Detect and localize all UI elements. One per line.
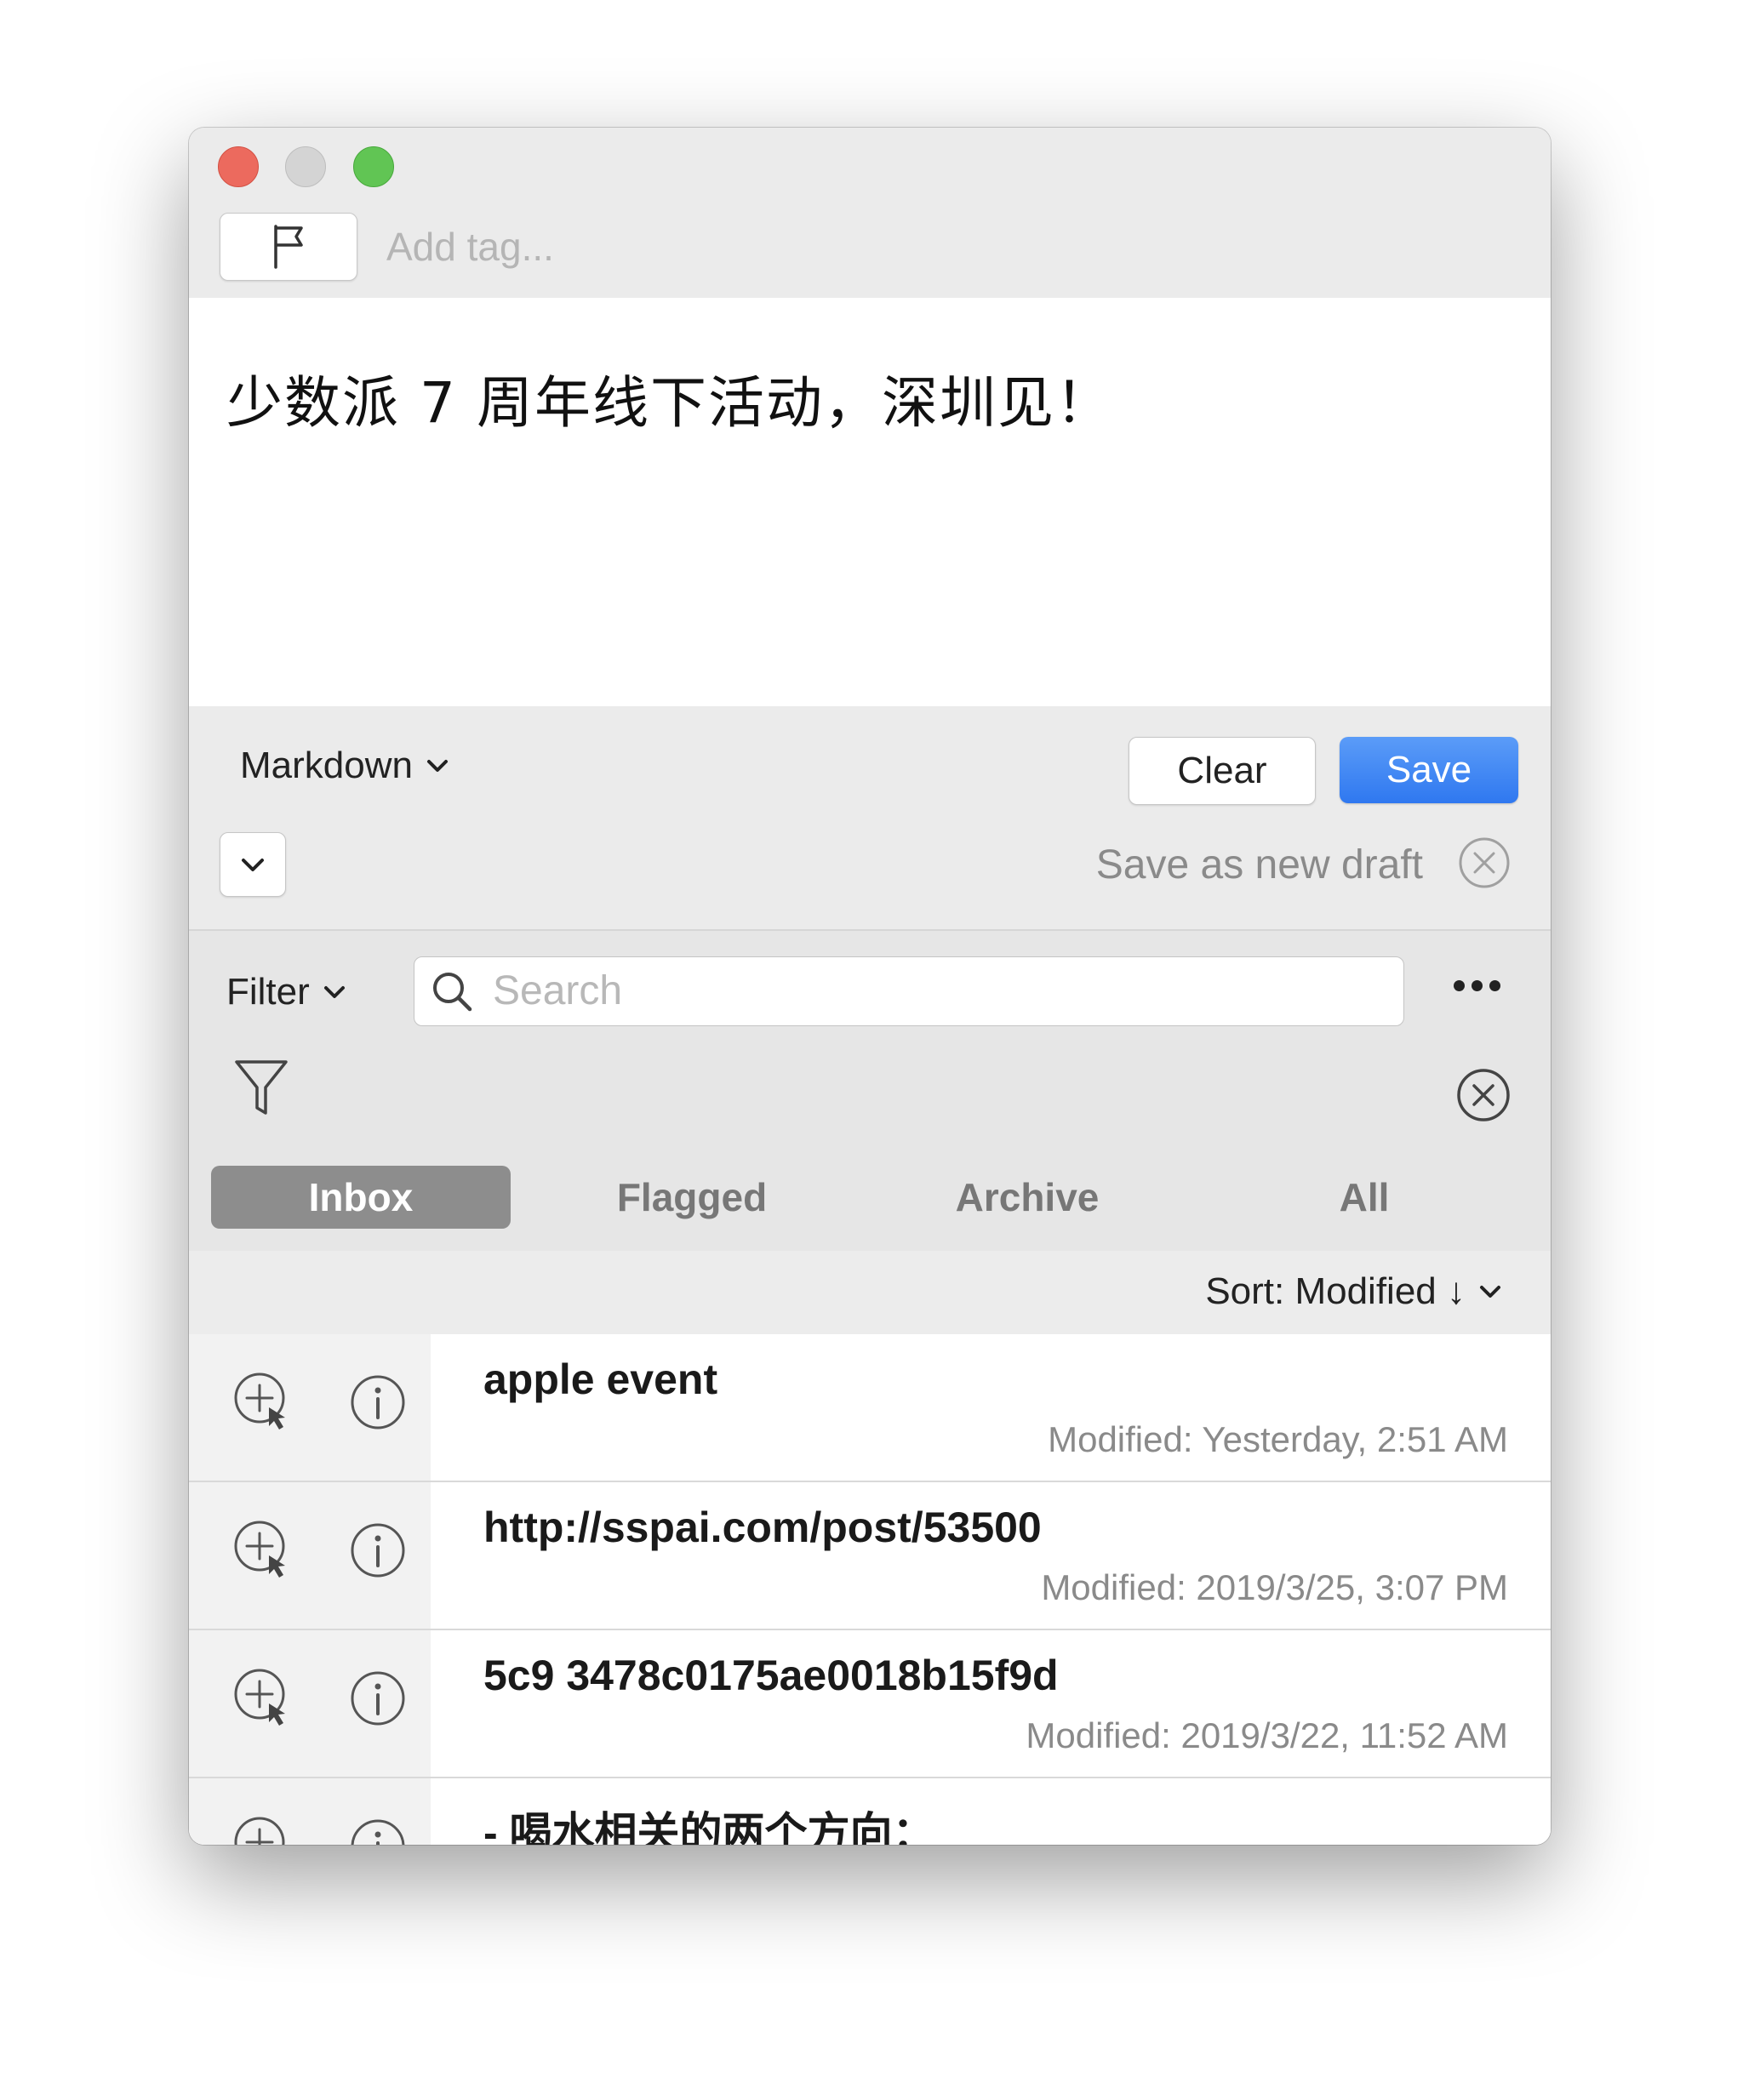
filter-dropdown[interactable]: Filter [226,967,347,1018]
info-icon[interactable] [349,1818,407,1845]
info-icon[interactable] [349,1669,407,1727]
minimize-window-button[interactable] [285,146,326,187]
flag-icon [274,225,303,269]
list-item[interactable]: - 喝水相关的两个方向： [189,1778,1551,1845]
dot-icon [1472,980,1483,991]
load-draft-icon[interactable] [231,1518,294,1581]
title-bar: Add tag... [189,128,1551,298]
cancel-circle-icon[interactable] [1457,836,1512,890]
tab-inbox[interactable]: Inbox [211,1166,511,1229]
draft-title: 5c9 3478c0175ae0018b15f9d [483,1652,1059,1699]
draft-modified: Modified: 2019/3/25, 3:07 PM [1041,1567,1508,1607]
search-input[interactable]: Search [414,956,1404,1026]
chevron-down-icon [323,986,345,998]
info-icon[interactable] [349,1521,407,1579]
action-bar: Markdown Clear Save Save as new draft [189,706,1551,931]
load-draft-icon[interactable] [231,1370,294,1433]
sort-bar: Sort: Modified ↓ [189,1251,1551,1334]
clear-button[interactable]: Clear [1129,737,1316,805]
draft-title: apple event [483,1355,718,1403]
scope-tabs: Inbox Flagged Archive All [211,1166,1539,1229]
more-options-button[interactable] [1454,980,1500,991]
row-content[interactable]: http://sspai.com/post/53500 Modified: 20… [431,1482,1551,1629]
chevron-down-icon [426,760,448,772]
funnel-icon[interactable] [233,1059,289,1118]
flag-button[interactable] [220,213,357,281]
tab-flagged[interactable]: Flagged [551,1166,832,1229]
expand-options-button[interactable] [220,832,286,897]
list-item[interactable]: 5c9 3478c0175ae0018b15f9d Modified: 2019… [189,1630,1551,1778]
draft-title: http://sspai.com/post/53500 [483,1504,1042,1551]
chevron-down-icon [242,859,264,871]
filter-label: Filter [226,971,310,1013]
row-content[interactable]: apple event Modified: Yesterday, 2:51 AM [431,1334,1551,1481]
row-gutter [189,1630,431,1777]
filter-bar: Filter Search Inbox Flagged Archive All [189,931,1551,1251]
save-as-new-draft-label[interactable]: Save as new draft [1096,836,1423,895]
dot-icon [1489,980,1500,991]
clear-filter-icon[interactable] [1455,1067,1512,1123]
draft-modified: Modified: 2019/3/22, 11:52 AM [1026,1715,1508,1755]
sort-dropdown[interactable]: Sort: Modified ↓ [1205,1266,1503,1317]
app-window: Add tag... 少数派 7 周年线下活动，深圳见！ Markdown Cl… [189,128,1551,1845]
close-window-button[interactable] [218,146,259,187]
format-label: Markdown [240,745,413,786]
info-icon[interactable] [349,1373,407,1431]
save-button[interactable]: Save [1340,737,1518,803]
load-draft-icon[interactable] [231,1666,294,1729]
sort-label: Sort: Modified ↓ [1205,1270,1466,1312]
row-gutter [189,1334,431,1481]
draft-list: apple event Modified: Yesterday, 2:51 AM… [189,1334,1551,1845]
row-content[interactable]: - 喝水相关的两个方向： [431,1778,1551,1845]
dot-icon [1454,980,1465,991]
chevron-down-icon [1480,1286,1500,1298]
draft-modified: Modified: Yesterday, 2:51 AM [1048,1419,1508,1459]
list-item[interactable]: http://sspai.com/post/53500 Modified: 20… [189,1482,1551,1630]
search-icon [433,973,472,1012]
tab-archive[interactable]: Archive [887,1166,1168,1229]
format-dropdown[interactable]: Markdown [240,740,450,791]
zoom-window-button[interactable] [353,146,394,187]
row-content[interactable]: 5c9 3478c0175ae0018b15f9d Modified: 2019… [431,1630,1551,1777]
row-gutter [189,1482,431,1629]
list-item[interactable]: apple event Modified: Yesterday, 2:51 AM [189,1334,1551,1482]
draft-title: - 喝水相关的两个方向： [483,1809,935,1845]
search-placeholder: Search [493,968,623,1013]
row-gutter [189,1778,431,1845]
draft-editor[interactable]: 少数派 7 周年线下活动，深圳见！ [189,298,1551,706]
add-tag-input[interactable]: Add tag... [386,221,554,272]
load-draft-icon[interactable] [231,1814,294,1845]
tab-all[interactable]: All [1224,1166,1505,1229]
draft-text[interactable]: 少数派 7 周年线下活动，深圳见！ [226,357,1113,439]
